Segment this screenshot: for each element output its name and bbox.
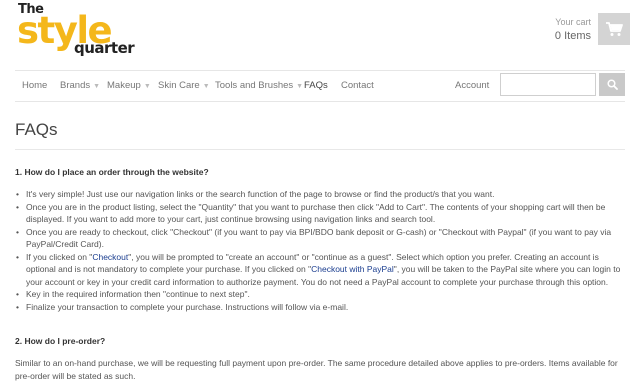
logo-text-quarter: quarter: [74, 39, 135, 57]
nav-item-contact[interactable]: Contact: [341, 71, 374, 101]
search-button[interactable]: [599, 73, 625, 96]
nav-label: Brands: [60, 80, 91, 91]
nav-label: Contact: [341, 80, 374, 91]
store-logo[interactable]: The style quarter: [17, 3, 142, 57]
title-divider: [15, 149, 625, 150]
cart-label: Your cart: [555, 17, 591, 27]
nav-item-brands[interactable]: Brands ▼: [60, 71, 100, 101]
list-item: Key in the required information then "co…: [16, 288, 625, 301]
nav-item-tools-and-brushes[interactable]: Tools and Brushes ▼: [215, 71, 303, 101]
nav-item-skin-care[interactable]: Skin Care ▼: [158, 71, 210, 101]
shopping-cart-icon: [606, 22, 623, 36]
list-item: Finalize your transaction to complete yo…: [16, 301, 625, 314]
nav-item-makeup[interactable]: Makeup ▼: [107, 71, 151, 101]
faq-answer-1-list: It's very simple! Just use our navigatio…: [15, 188, 625, 313]
page-title: FAQs: [15, 120, 58, 139]
cart-button[interactable]: [598, 13, 630, 45]
list-item: It's very simple! Just use our navigatio…: [16, 188, 625, 201]
nav-item-account[interactable]: Account: [455, 71, 489, 101]
chevron-down-icon: ▼: [93, 83, 101, 90]
nav-label: Home: [22, 80, 48, 91]
checkout-link[interactable]: Checkout: [92, 252, 128, 262]
list-item: If you clicked on "Checkout", you will b…: [16, 251, 625, 289]
chevron-down-icon: ▼: [296, 83, 304, 90]
cart-summary[interactable]: Your cart 0 Items: [555, 16, 591, 43]
list-item: Once you are ready to checkout, click "C…: [16, 226, 625, 251]
search-icon: [606, 79, 618, 90]
list-item-text: If you clicked on ": [26, 251, 93, 262]
nav-item-faqs[interactable]: FAQs: [304, 71, 328, 101]
faq-content: 1. How do I place an order through the w…: [15, 166, 625, 382]
faq-question-1: 1. How do I place an order through the w…: [15, 167, 209, 177]
nav-label: Tools and Brushes: [215, 80, 294, 91]
nav-label: Makeup: [107, 80, 141, 91]
search-input[interactable]: [500, 73, 596, 96]
faq-question-2: 2. How do I pre-order?: [15, 336, 106, 346]
nav-label: Account: [455, 80, 490, 91]
list-item: Once you are in the product listing, sel…: [16, 201, 625, 226]
checkout-with-paypal-link[interactable]: Checkout with PayPal: [311, 264, 394, 274]
chevron-down-icon: ▼: [202, 83, 210, 90]
cart-item-count: 0 Items: [554, 30, 591, 42]
nav-label: Skin Care: [158, 80, 200, 91]
chevron-down-icon: ▼: [143, 83, 151, 90]
nav-item-home[interactable]: Home: [22, 71, 47, 101]
nav-label: FAQs: [304, 80, 328, 91]
